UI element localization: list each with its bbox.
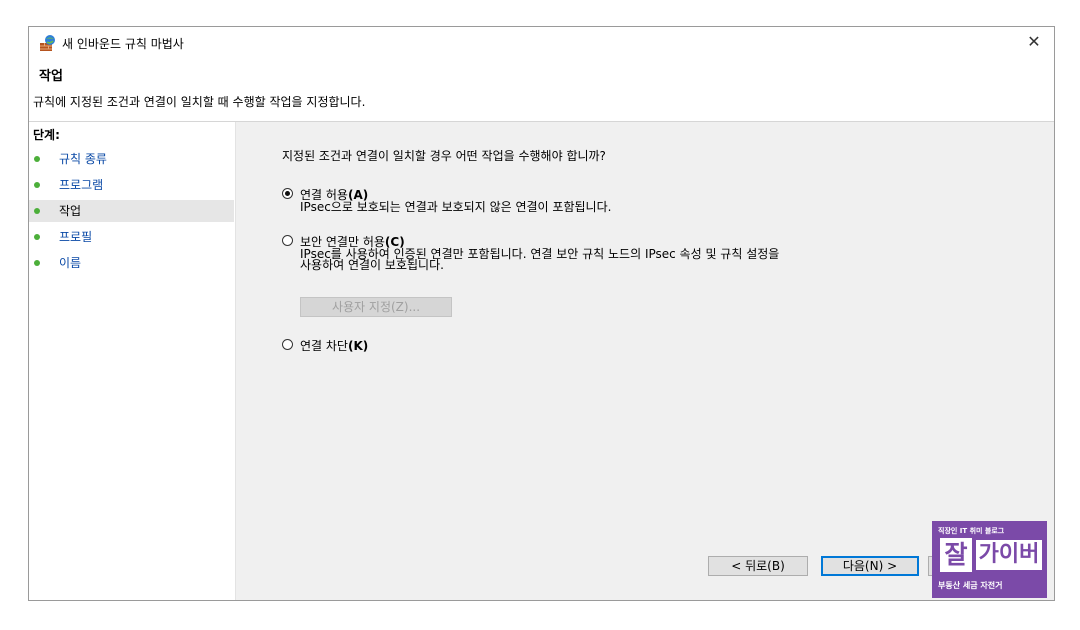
watermark-subtitle: 부동산 세금 자전거 — [938, 581, 1003, 590]
title-bar: 새 인바운드 규칙 마법사 ✕ — [29, 27, 1054, 59]
step-label: 프로그램 — [59, 178, 104, 192]
step-program[interactable]: 프로그램 — [29, 174, 234, 196]
back-button[interactable]: < 뒤로(B) — [708, 556, 808, 576]
steps-sidebar: 단계: 규칙 종류 프로그램 작업 프로필 이름 — [29, 122, 234, 600]
step-rule-type[interactable]: 규칙 종류 — [29, 148, 234, 170]
watermark-brand: 가이버 — [976, 540, 1042, 570]
block-connection-radio[interactable] — [282, 339, 293, 350]
step-bullet-icon — [34, 208, 40, 214]
page-title: 작업 — [39, 69, 63, 84]
step-action[interactable]: 작업 — [29, 200, 234, 222]
blog-watermark: 직장인 IT 취미 블로그 잘 가이버 부동산 세금 자전거 — [932, 521, 1047, 598]
option-accesskey: (K) — [347, 339, 369, 353]
step-label: 규칙 종류 — [59, 152, 107, 166]
firewall-icon — [39, 34, 57, 52]
allow-connection-description: IPsec으로 보호되는 연결과 보호되지 않은 연결이 포함됩니다. — [300, 200, 612, 214]
wizard-window: 새 인바운드 규칙 마법사 ✕ 작업 규칙에 지정된 조건과 연결이 일치할 때… — [28, 26, 1055, 601]
customize-button[interactable]: 사용자 지정(Z)... — [300, 297, 452, 317]
allow-secure-description-line2: 사용하여 연결이 보호됩니다. — [300, 258, 444, 272]
step-bullet-icon — [34, 234, 40, 240]
close-button[interactable]: ✕ — [1014, 27, 1054, 59]
step-name[interactable]: 이름 — [29, 252, 234, 274]
option-label-text: 연결 차단 — [300, 339, 348, 353]
step-label: 이름 — [59, 256, 82, 270]
action-question: 지정된 조건과 연결이 일치할 경우 어떤 작업을 수행해야 합니까? — [282, 149, 606, 163]
step-label: 작업 — [59, 204, 82, 218]
block-connection-label[interactable]: 연결 차단(K) — [300, 337, 368, 354]
page-header: 작업 규칙에 지정된 조건과 연결이 일치할 때 수행할 작업을 지정합니다. — [29, 59, 1054, 121]
window-title: 새 인바운드 규칙 마법사 — [62, 37, 184, 51]
step-bullet-icon — [34, 260, 40, 266]
step-bullet-icon — [34, 182, 40, 188]
watermark-tagline: 직장인 IT 취미 블로그 — [938, 527, 1005, 535]
step-profile[interactable]: 프로필 — [29, 226, 234, 248]
next-button[interactable]: 다음(N) > — [821, 556, 919, 576]
watermark-logo-icon: 잘 — [940, 538, 972, 572]
step-label: 프로필 — [59, 230, 93, 244]
allow-secure-radio[interactable] — [282, 235, 293, 246]
allow-connection-radio[interactable] — [282, 188, 293, 199]
step-bullet-icon — [34, 156, 40, 162]
close-icon: ✕ — [1027, 32, 1041, 51]
page-description: 규칙에 지정된 조건과 연결이 일치할 때 수행할 작업을 지정합니다. — [33, 95, 366, 109]
steps-label: 단계: — [33, 128, 60, 142]
